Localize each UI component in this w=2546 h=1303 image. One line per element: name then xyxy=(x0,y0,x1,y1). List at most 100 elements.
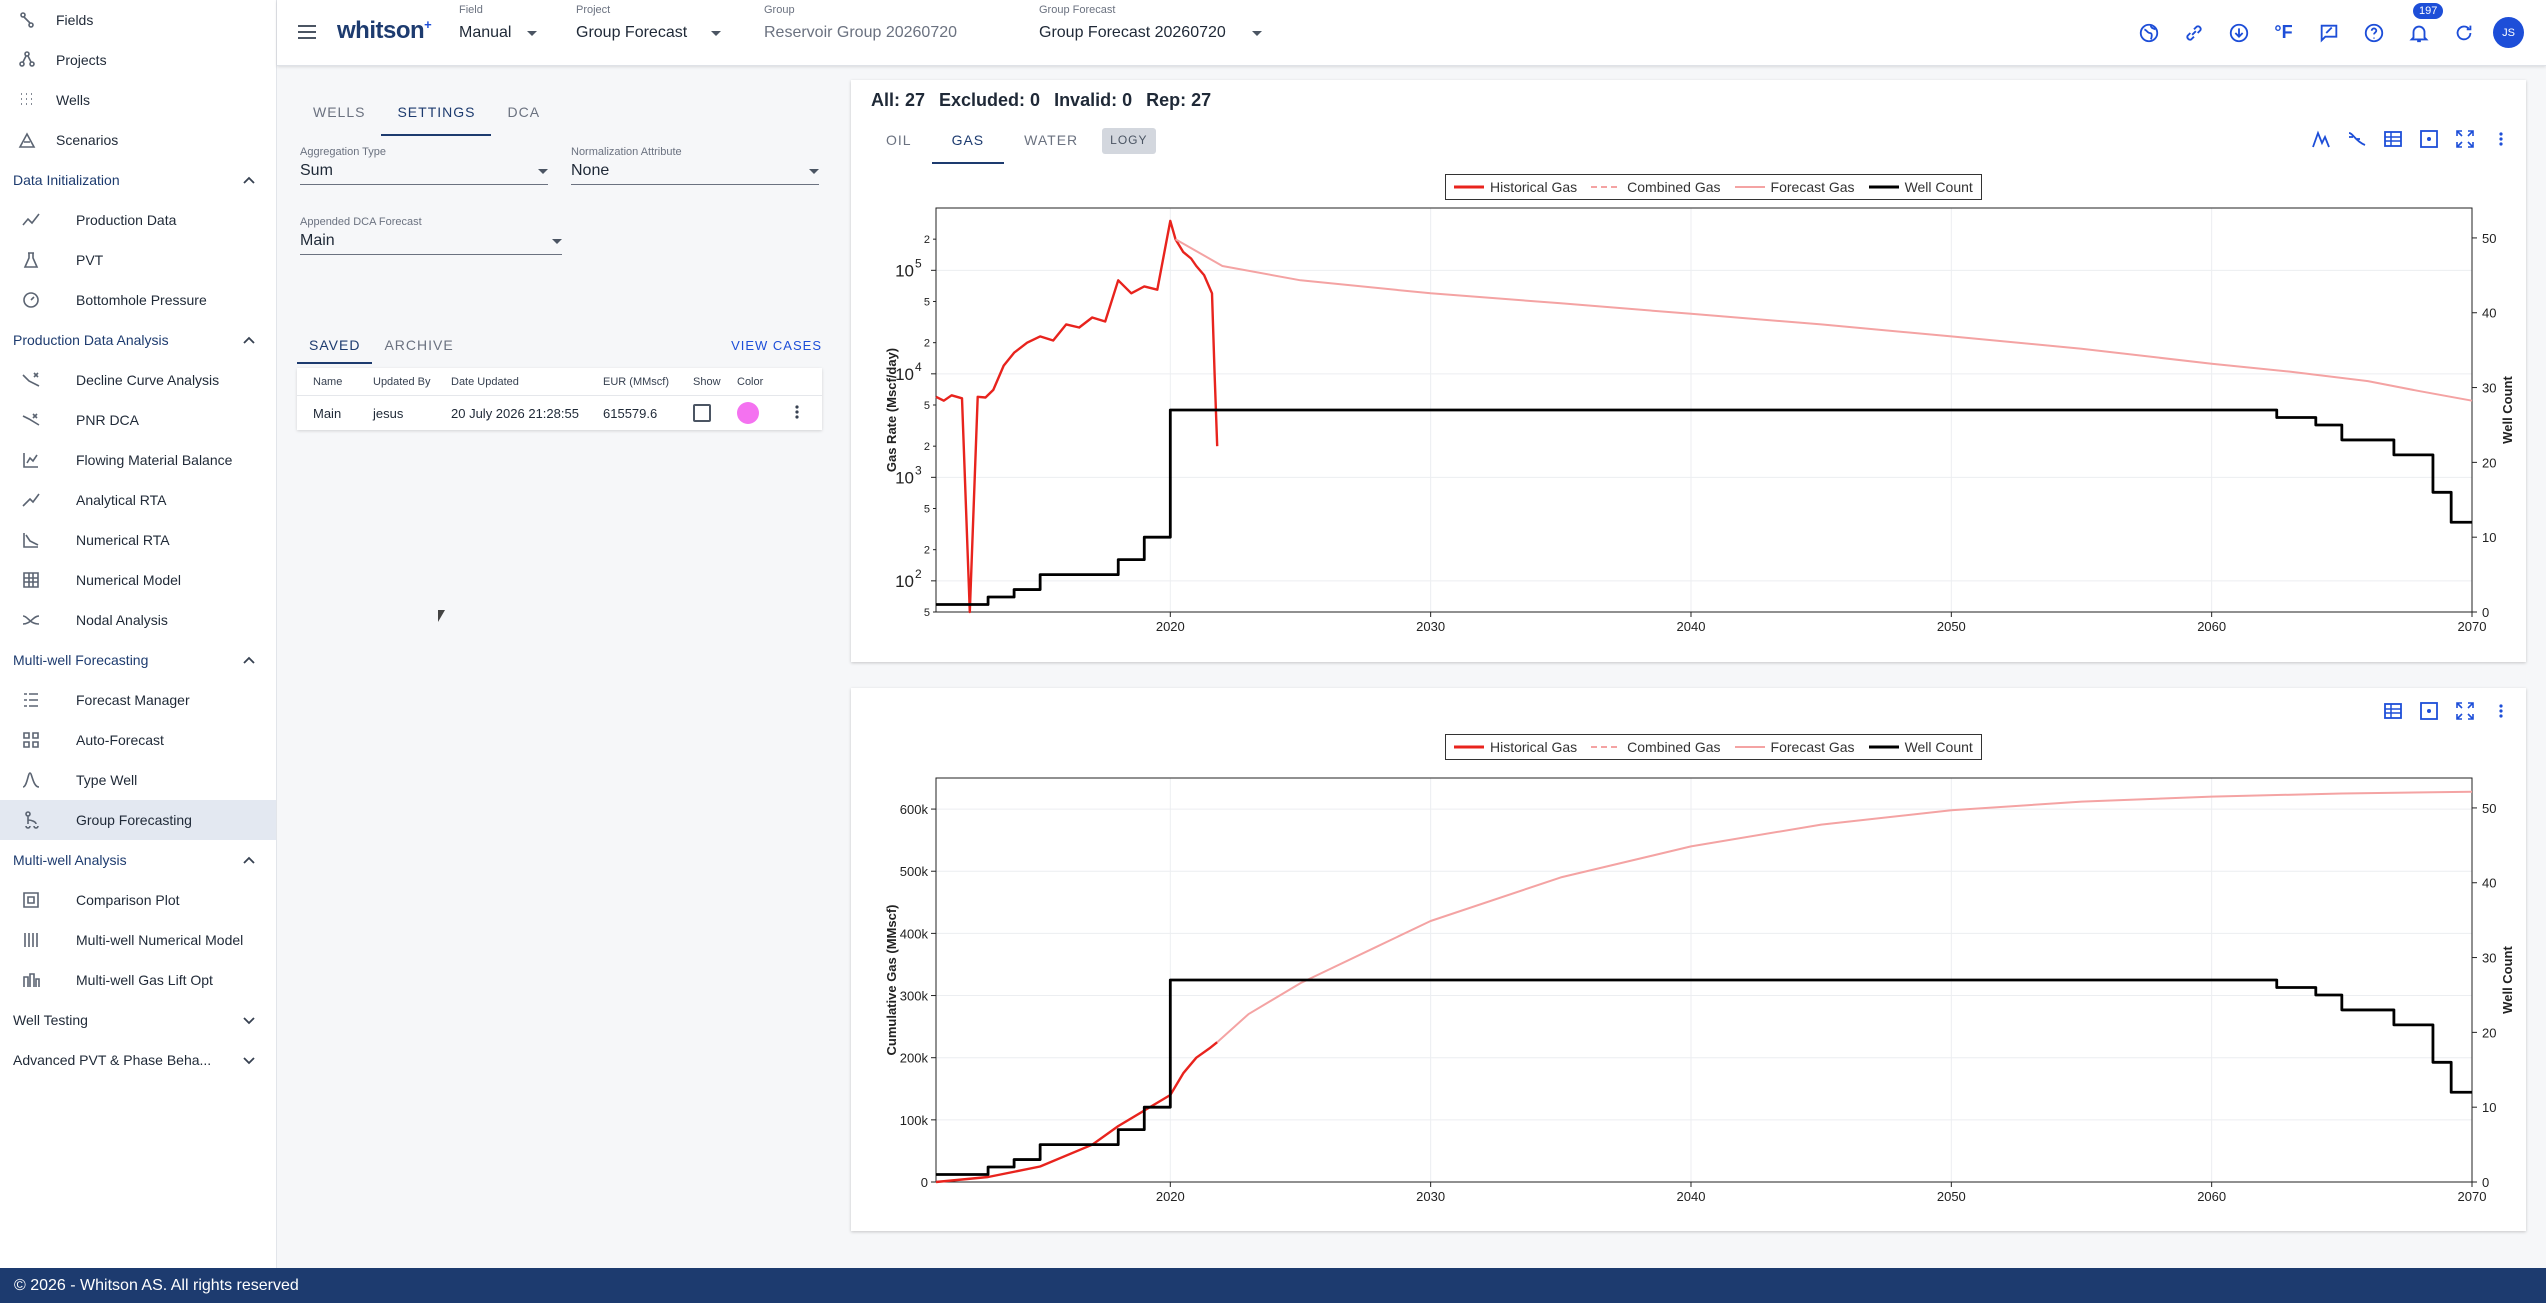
sidebar-item-label: Scenarios xyxy=(56,132,119,148)
refresh-icon[interactable] xyxy=(2448,17,2479,48)
chevron-down-icon xyxy=(243,1057,255,1065)
globe-icon[interactable] xyxy=(2133,17,2164,48)
sidebar-item-pnr-dca[interactable]: PNR DCA xyxy=(0,400,276,440)
more-vert-icon[interactable] xyxy=(789,404,819,423)
aggregation-type-select[interactable]: Aggregation Type Sum xyxy=(300,146,548,185)
column-header[interactable]: Show xyxy=(693,376,737,388)
series-historical-gas xyxy=(935,219,1219,614)
table-header: Name Updated By Date Updated EUR (MMscf)… xyxy=(297,368,822,396)
rate-chart[interactable]: 2020 2030 2040 2050 2060 207010 210 310 410 55252… xyxy=(851,80,2526,662)
group-forecast-value: Group Forecast 20260720 xyxy=(1039,24,1226,41)
sidebar-item-decline-curve-analysis[interactable]: Decline Curve Analysis xyxy=(0,360,276,400)
show-checkbox[interactable] xyxy=(693,404,711,422)
color-swatch[interactable] xyxy=(737,402,759,424)
tab-dca[interactable]: DCA xyxy=(491,84,556,136)
normalization-attribute-label: Normalization Attribute xyxy=(571,146,682,158)
tab-archive[interactable]: ARCHIVE xyxy=(372,326,465,364)
y2-tick-label: 30 xyxy=(2482,951,2496,966)
pvt-icon xyxy=(20,249,42,271)
y-minor-tick-label: 5 xyxy=(924,503,930,515)
sidebar-section-well-testing[interactable]: Well Testing xyxy=(0,1000,276,1040)
sidebar-item-auto-forecast[interactable]: Auto-Forecast xyxy=(0,720,276,760)
sidebar-item-wells[interactable]: Wells xyxy=(0,80,276,120)
cumulative-chart[interactable]: 2020 2030 2040 2050 2060 20700100k200k300k400… xyxy=(851,688,2526,1231)
sidebar-item-fields[interactable]: Fields xyxy=(0,0,276,40)
sidebar-item-scenarios[interactable]: Scenarios xyxy=(0,120,276,160)
series-well-count xyxy=(936,408,2472,606)
view-cases-button[interactable]: VIEW CASES xyxy=(731,338,822,353)
group-label: Group xyxy=(764,4,795,16)
menu-icon[interactable] xyxy=(295,20,319,44)
sidebar-item-label: Decline Curve Analysis xyxy=(76,372,220,388)
sidebar-item-multi-well-gas-lift-opt[interactable]: Multi-well Gas Lift Opt xyxy=(0,960,276,1000)
chevron-down-icon xyxy=(1251,30,1262,36)
column-header[interactable]: Updated By xyxy=(373,376,451,388)
sidebar-section-production-data-analysis[interactable]: Production Data Analysis xyxy=(0,320,276,360)
sidebar-item-numerical-rta[interactable]: Numerical RTA xyxy=(0,520,276,560)
notification-badge: 197 xyxy=(2413,3,2444,19)
notifications-icon[interactable]: 197 xyxy=(2403,3,2444,48)
group-forecast-label: Group Forecast xyxy=(1039,4,1116,16)
column-header[interactable]: Color xyxy=(737,376,789,388)
sidebar-item-analytical-rta[interactable]: Analytical RTA xyxy=(0,480,276,520)
y2-tick-label: 40 xyxy=(2482,876,2496,891)
sidebar-item-type-well[interactable]: Type Well xyxy=(0,760,276,800)
chevron-down-icon xyxy=(809,168,819,174)
column-header[interactable]: EUR (MMscf) xyxy=(603,376,693,388)
sidebar-section-multi-well-forecasting[interactable]: Multi-well Forecasting xyxy=(0,640,276,680)
help-icon[interactable] xyxy=(2358,17,2389,48)
sidebar-item-projects[interactable]: Projects xyxy=(0,40,276,80)
field-label: Field xyxy=(459,4,483,16)
field-selector[interactable]: Field Manual xyxy=(459,4,538,42)
sidebar-item-flowing-material-balance[interactable]: Flowing Material Balance xyxy=(0,440,276,480)
group-forecast-selector[interactable]: Group Forecast Group Forecast 20260720 xyxy=(1039,4,1262,42)
forecast-manager-icon xyxy=(20,689,42,711)
tab-settings[interactable]: SETTINGS xyxy=(381,84,492,136)
sidebar-item-forecast-manager[interactable]: Forecast Manager xyxy=(0,680,276,720)
table-row[interactable]: Main jesus 20 July 2026 21:28:55 615579.… xyxy=(297,396,822,430)
y2-tick-label: 10 xyxy=(2482,1100,2496,1115)
link-icon[interactable] xyxy=(2178,17,2209,48)
sidebar-item-group-forecasting[interactable]: Group Forecasting xyxy=(0,800,276,840)
sidebar-item-pvt[interactable]: PVT xyxy=(0,240,276,280)
y-tick-label: 10 xyxy=(895,261,914,280)
sidebar-item-label: Numerical RTA xyxy=(76,532,170,548)
case-tabs: SAVED ARCHIVE VIEW CASES xyxy=(297,326,822,364)
app-logo[interactable]: whitson+ xyxy=(337,17,432,45)
sidebar-item-multi-well-numerical-model[interactable]: Multi-well Numerical Model xyxy=(0,920,276,960)
feedback-icon[interactable] xyxy=(2313,17,2344,48)
sidebar-item-numerical-model[interactable]: Numerical Model xyxy=(0,560,276,600)
temperature-unit-icon[interactable]: °F xyxy=(2268,17,2299,48)
group-selector[interactable]: Group Reservoir Group 20260720 xyxy=(764,4,957,42)
scenarios-icon xyxy=(16,129,38,151)
sidebar-section-advanced-pvt-phase-beha[interactable]: Advanced PVT & Phase Beha... xyxy=(0,1040,276,1080)
sidebar-item-nodal-analysis[interactable]: Nodal Analysis xyxy=(0,600,276,640)
sidebar-section-data-initialization[interactable]: Data Initialization xyxy=(0,160,276,200)
avatar[interactable]: JS xyxy=(2493,17,2524,48)
tab-wells[interactable]: WELLS xyxy=(297,84,381,136)
sidebar-item-bottomhole-pressure[interactable]: Bottomhole Pressure xyxy=(0,280,276,320)
column-header[interactable]: Date Updated xyxy=(451,376,603,388)
sidebar-item-label: Bottomhole Pressure xyxy=(76,292,207,308)
series-well-count xyxy=(936,978,2472,1176)
y-axis-label: Cumulative Gas (MMscf) xyxy=(884,905,899,1056)
tab-saved[interactable]: SAVED xyxy=(297,326,373,364)
normalization-attribute-select[interactable]: Normalization Attribute None xyxy=(571,146,819,185)
appended-dca-forecast-select[interactable]: Appended DCA Forecast Main xyxy=(300,216,562,255)
project-selector[interactable]: Project Group Forecast xyxy=(576,4,722,42)
sidebar-item-production-data[interactable]: Production Data xyxy=(0,200,276,240)
numerical-rta-icon xyxy=(20,529,42,551)
y-tick-label: 0 xyxy=(921,1175,928,1190)
sidebar-item-comparison-plot[interactable]: Comparison Plot xyxy=(0,880,276,920)
sidebar-section-multi-well-analysis[interactable]: Multi-well Analysis xyxy=(0,840,276,880)
sidebar-section-title: Multi-well Forecasting xyxy=(13,652,149,668)
wells-icon xyxy=(16,89,38,111)
case-date-updated: 20 July 2026 21:28:55 xyxy=(451,405,579,421)
download-icon[interactable] xyxy=(2223,17,2254,48)
sidebar-item-label: Type Well xyxy=(76,772,138,788)
y-tick-label: 400k xyxy=(900,926,929,941)
column-header[interactable]: Name xyxy=(297,376,373,388)
y-minor-tick-label: 5 xyxy=(924,400,930,412)
x-tick-label: 2060 xyxy=(2197,619,2226,634)
decline-curve-icon xyxy=(20,369,42,391)
